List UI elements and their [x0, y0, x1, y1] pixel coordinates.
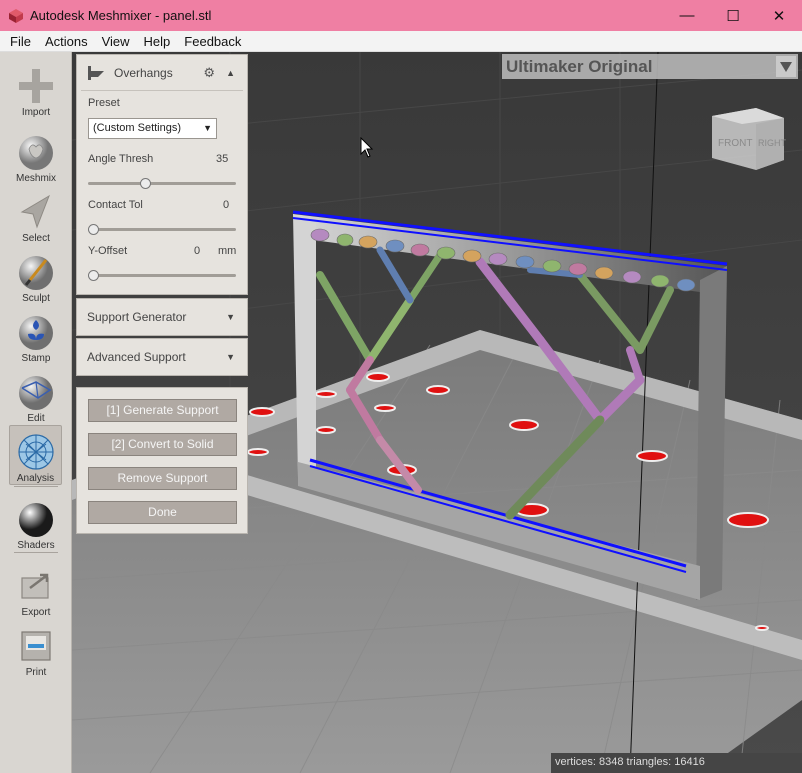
- toolbar-divider: [14, 552, 58, 553]
- tool-sculpt[interactable]: Sculpt: [0, 246, 72, 306]
- sphere-icon: [19, 503, 53, 537]
- chevron-down-icon[interactable]: ▼: [226, 352, 235, 362]
- brush-icon: [19, 256, 53, 290]
- y-offset-slider-handle[interactable]: [88, 270, 99, 281]
- printer-dropdown-button[interactable]: [776, 56, 796, 77]
- tool-label: Print: [25, 667, 47, 678]
- preset-label: Preset: [88, 97, 120, 109]
- preset-value: (Custom Settings): [93, 122, 182, 134]
- tool-meshmix[interactable]: Meshmix: [0, 126, 72, 186]
- menu-feedback[interactable]: Feedback: [177, 34, 248, 49]
- minimize-button[interactable]: —: [664, 0, 710, 31]
- y-offset-slider[interactable]: [88, 270, 236, 281]
- tool-label: Analysis: [16, 473, 55, 484]
- contact-tol-slider[interactable]: [88, 224, 236, 235]
- view-cube-front: FRONT: [718, 138, 752, 149]
- analysis-icon: [17, 434, 54, 470]
- angle-thresh-label: Angle Thresh: [88, 153, 154, 165]
- printer-name: Ultimaker Original: [506, 56, 653, 76]
- tool-label: Meshmix: [15, 173, 56, 184]
- tool-label: Sculpt: [22, 293, 50, 304]
- support-generator-title: Support Generator: [87, 310, 187, 324]
- tool-analysis[interactable]: Analysis: [9, 425, 62, 485]
- printer-icon: [21, 631, 51, 661]
- y-offset-unit: mm: [218, 245, 237, 257]
- stamp-icon: [19, 316, 53, 350]
- window-title: Autodesk Meshmixer - panel.stl: [30, 8, 212, 23]
- tool-edit[interactable]: Edit: [0, 366, 72, 426]
- chevron-up-icon[interactable]: ▲: [226, 68, 235, 78]
- gear-icon[interactable]: ⚙: [203, 65, 215, 81]
- overhang-icon: [88, 66, 104, 80]
- chevron-down-icon: ▼: [203, 123, 212, 133]
- menu-bar: File Actions View Help Feedback: [0, 31, 802, 52]
- contact-tol-label: Contact Tol: [88, 199, 143, 211]
- bunny-icon: [19, 136, 53, 170]
- meshmixer-app-icon: [9, 8, 23, 23]
- tool-import[interactable]: Import: [0, 60, 72, 120]
- title-bar: Autodesk Meshmixer - panel.stl — ☐ ✕: [0, 0, 802, 31]
- mouse-cursor-icon: [360, 137, 374, 158]
- angle-thresh-slider-handle[interactable]: [140, 178, 152, 189]
- printer-selector[interactable]: Ultimaker Original: [502, 54, 798, 79]
- export-icon: [21, 573, 49, 599]
- chevron-down-icon[interactable]: ▼: [226, 312, 235, 322]
- arrow-icon: [20, 194, 50, 229]
- tool-label: Import: [21, 107, 51, 118]
- advanced-support-title: Advanced Support: [87, 350, 186, 364]
- support-generator-panel[interactable]: Support Generator ▼: [76, 298, 248, 336]
- support-actions-panel: [1] Generate Support [2] Convert to Soli…: [76, 387, 248, 534]
- panel-divider: [81, 90, 243, 91]
- advanced-support-panel[interactable]: Advanced Support ▼: [76, 338, 248, 376]
- maximize-button[interactable]: ☐: [710, 0, 756, 31]
- menu-file[interactable]: File: [3, 34, 38, 49]
- done-button[interactable]: Done: [88, 501, 237, 524]
- tool-select[interactable]: Select: [0, 186, 72, 246]
- tool-stamp[interactable]: Stamp: [0, 306, 72, 366]
- contact-tol-slider-handle[interactable]: [88, 224, 99, 235]
- mesh-stats-status: vertices: 8348 triangles: 16416: [551, 753, 802, 773]
- view-cube[interactable]: FRONT RIGHT: [708, 104, 786, 176]
- tool-label: Stamp: [21, 353, 51, 364]
- view-cube-right: RIGHT: [758, 138, 786, 148]
- edit-icon: [19, 376, 53, 410]
- convert-to-solid-button[interactable]: [2] Convert to Solid: [88, 433, 237, 456]
- close-button[interactable]: ✕: [756, 0, 802, 31]
- overhangs-title: Overhangs: [114, 66, 173, 80]
- plus-icon: [19, 69, 53, 103]
- contact-tol-value: 0: [223, 199, 230, 211]
- menu-view[interactable]: View: [95, 34, 137, 49]
- tool-shaders[interactable]: Shaders: [0, 493, 72, 553]
- support-generator-header[interactable]: Support Generator ▼: [77, 299, 247, 335]
- angle-thresh-slider[interactable]: [88, 178, 236, 189]
- tool-sidebar: Import Meshmix Select Sculpt Stamp Edit …: [0, 52, 72, 773]
- advanced-support-header[interactable]: Advanced Support ▼: [77, 339, 247, 375]
- overhangs-panel: Overhangs ⚙ ▲ Preset (Custom Settings) ▼…: [76, 54, 248, 295]
- tool-print[interactable]: Print: [0, 620, 72, 680]
- chevron-down-icon: [780, 61, 792, 72]
- overhangs-header[interactable]: Overhangs ⚙ ▲: [77, 55, 247, 91]
- tool-label: Shaders: [17, 540, 55, 551]
- y-offset-label: Y-Offset: [88, 245, 128, 257]
- tool-label: Export: [21, 607, 51, 618]
- angle-thresh-value: 35: [216, 153, 229, 165]
- preset-select[interactable]: (Custom Settings) ▼: [88, 118, 217, 139]
- tool-export[interactable]: Export: [0, 560, 72, 620]
- tool-label: Select: [22, 233, 50, 244]
- y-offset-value: 0: [194, 245, 201, 257]
- tool-label: Edit: [27, 413, 45, 424]
- menu-actions[interactable]: Actions: [38, 34, 95, 49]
- menu-help[interactable]: Help: [137, 34, 178, 49]
- generate-support-button[interactable]: [1] Generate Support: [88, 399, 237, 422]
- toolbar-divider: [14, 486, 58, 487]
- remove-support-button[interactable]: Remove Support: [88, 467, 237, 490]
